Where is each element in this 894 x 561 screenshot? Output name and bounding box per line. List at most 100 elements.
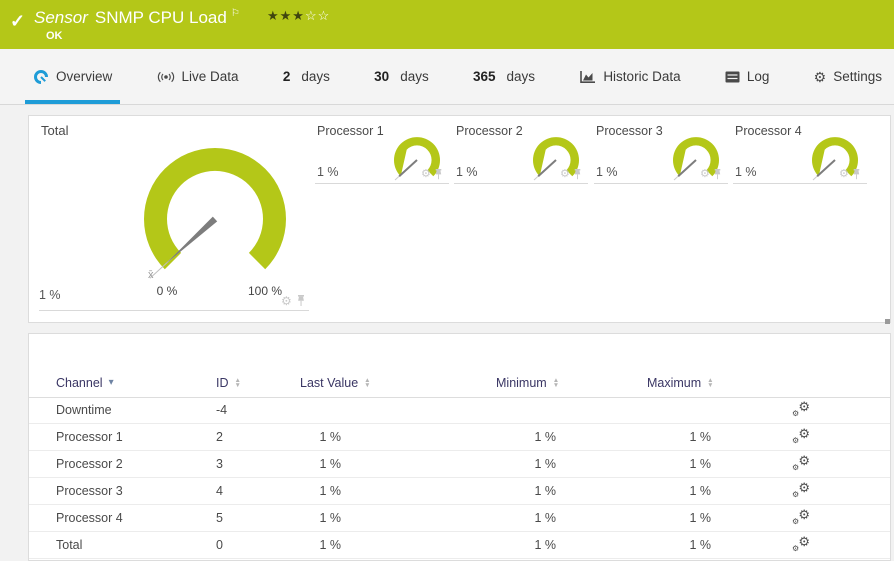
cell-minimum: 1 % [456, 505, 556, 532]
table-row-processor-1[interactable]: Processor 1 2 1 % 1 % 1 % ⚙⚙ [29, 424, 890, 451]
tab-log[interactable]: Log [717, 49, 778, 104]
log-icon [725, 71, 740, 83]
priority-stars[interactable]: ★★★☆☆ [267, 8, 330, 24]
tab-2-days[interactable]: 2days [275, 49, 338, 104]
cell-last-value: 1 % [261, 505, 341, 532]
cell-minimum: 1 % [456, 532, 556, 559]
status-badge: OK [46, 30, 63, 42]
gauge-settings-gear-icon[interactable]: ⚙ [839, 169, 849, 180]
gauge-settings-gear-icon[interactable]: ⚙ [281, 295, 292, 307]
cell-minimum: 1 % [456, 424, 556, 451]
channel-settings-icon[interactable]: ⚙⚙ [792, 400, 810, 418]
cell-id: 2 [216, 424, 223, 451]
tab-overview[interactable]: Overview [25, 49, 120, 104]
mini-gauge-cell-processor-4: Processor 4 1 % ⚙ [733, 116, 869, 324]
channel-settings-icon[interactable]: ⚙⚙ [792, 427, 810, 445]
sort-both-icon: ▲▼ [235, 378, 241, 388]
cell-channel: Total [56, 532, 82, 559]
column-header-id[interactable]: ID ▲▼ [216, 369, 241, 397]
mini-gauge-value: 1 % [317, 165, 339, 179]
historic-data-icon [579, 70, 596, 84]
pin-icon[interactable] [852, 169, 861, 180]
pin-icon[interactable] [434, 169, 443, 180]
channel-settings-icon[interactable]: ⚙⚙ [792, 535, 810, 553]
cell-channel: Processor 1 [56, 424, 123, 451]
mini-gauge-value: 1 % [735, 165, 757, 179]
column-header-label: ID [216, 369, 229, 397]
gauge-settings-gear-icon[interactable]: ⚙ [421, 169, 431, 180]
divider [594, 183, 728, 184]
cell-last-value: 1 % [261, 424, 341, 451]
mini-gauge-cell-processor-2: Processor 2 1 % ⚙ [454, 116, 590, 324]
mini-gauge-label: Processor 3 [596, 124, 663, 138]
column-header-channel[interactable]: Channel ▾ [56, 369, 114, 397]
divider [39, 310, 309, 311]
table-row-processor-4[interactable]: Processor 4 5 1 % 1 % 1 % ⚙⚙ [29, 505, 890, 532]
processor-3-gauge [668, 132, 726, 190]
mini-gauge-value: 1 % [456, 165, 478, 179]
column-header-label: Maximum [647, 369, 701, 397]
cell-channel: Processor 3 [56, 478, 123, 505]
channels-table-panel: Channel ▾ ID ▲▼ Last Value ▲▼ Minimum ▲▼… [28, 333, 891, 561]
tab-label: Overview [56, 69, 112, 84]
cell-minimum: 1 % [456, 478, 556, 505]
tab-number: 30 [374, 69, 389, 84]
column-header-last-value[interactable]: Last Value ▲▼ [300, 369, 371, 397]
cell-channel: Processor 2 [56, 451, 123, 478]
column-header-label: Channel [56, 369, 103, 397]
mini-gauge-label: Processor 4 [735, 124, 802, 138]
tab-unit: days [400, 69, 429, 84]
column-header-maximum[interactable]: Maximum ▲▼ [647, 369, 714, 397]
processor-1-gauge [389, 132, 447, 190]
gauge-icon [33, 69, 49, 85]
channel-settings-icon[interactable]: ⚙⚙ [792, 481, 810, 499]
pin-icon[interactable] [713, 169, 722, 180]
total-gauge-label: Total [41, 123, 68, 138]
gauges-panel: Total x̄ 0 % 100 % 1 % ⚙ Processor 1 1 %… [28, 115, 891, 323]
flag-icon[interactable]: ⚐ [231, 8, 240, 19]
tab-label: Live Data [182, 69, 239, 84]
gauge-needle [166, 217, 217, 264]
divider [733, 183, 867, 184]
channel-settings-icon[interactable]: ⚙⚙ [792, 508, 810, 526]
pin-icon[interactable] [573, 169, 582, 180]
gauge-settings-gear-icon[interactable]: ⚙ [700, 169, 710, 180]
mini-gauge-label: Processor 1 [317, 124, 384, 138]
tab-label: Settings [833, 69, 882, 84]
total-gauge [130, 134, 300, 284]
tab-365-days[interactable]: 365days [465, 49, 543, 104]
sort-both-icon: ▲▼ [553, 378, 559, 388]
cell-id: 0 [216, 532, 223, 559]
total-gauge-value: 1 % [39, 288, 61, 302]
column-header-minimum[interactable]: Minimum ▲▼ [496, 369, 559, 397]
processor-4-gauge [807, 132, 865, 190]
table-row-processor-2[interactable]: Processor 2 3 1 % 1 % 1 % ⚙⚙ [29, 451, 890, 478]
cell-minimum: 1 % [456, 451, 556, 478]
tab-30-days[interactable]: 30 days [366, 49, 437, 104]
table-row-downtime[interactable]: Downtime -4 ⚙⚙ [29, 397, 890, 424]
tab-label: Historic Data [603, 69, 680, 84]
settings-gear-icon: ⚙ [814, 70, 827, 84]
column-header-label: Last Value [300, 369, 358, 397]
cell-id: -4 [216, 397, 227, 424]
table-row-total[interactable]: Total 0 1 % 1 % 1 % ⚙⚙ [29, 532, 890, 559]
channel-settings-icon[interactable]: ⚙⚙ [792, 454, 810, 472]
live-data-icon [157, 70, 175, 84]
cell-maximum: 1 % [611, 532, 711, 559]
star-empty-icons[interactable]: ☆☆ [305, 8, 330, 23]
page-title: SensorSNMP CPU Load⚐ [34, 8, 240, 28]
tab-live-data[interactable]: Live Data [149, 49, 247, 104]
sensor-name: SNMP CPU Load [95, 8, 227, 27]
sensor-header-bar: ✓ SensorSNMP CPU Load⚐ ★★★☆☆ OK [0, 0, 894, 49]
gauge-settings-gear-icon[interactable]: ⚙ [560, 169, 570, 180]
star-filled-icons[interactable]: ★★★ [267, 8, 305, 23]
cell-last-value: 1 % [261, 451, 341, 478]
pin-icon[interactable] [296, 295, 306, 307]
cell-channel: Processor 4 [56, 505, 123, 532]
table-row-processor-3[interactable]: Processor 3 4 1 % 1 % 1 % ⚙⚙ [29, 478, 890, 505]
column-header-label: Minimum [496, 369, 547, 397]
resize-grip[interactable] [885, 319, 890, 324]
tab-number: 2 [283, 69, 291, 84]
tab-settings[interactable]: ⚙ Settings [806, 49, 890, 104]
tab-historic-data[interactable]: Historic Data [571, 49, 688, 104]
